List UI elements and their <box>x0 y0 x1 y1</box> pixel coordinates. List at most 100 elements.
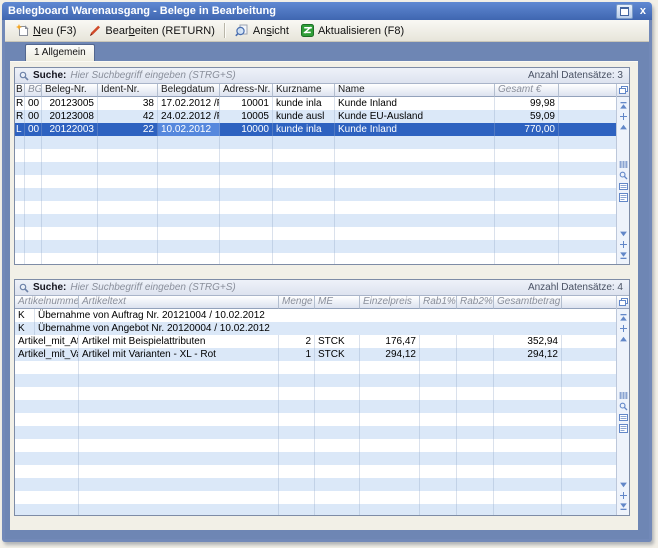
cell-gesamt[interactable]: 59,09 <box>495 110 559 123</box>
goto-last-icon[interactable] <box>618 501 629 512</box>
cell-rab2[interactable] <box>457 335 494 348</box>
cell-k[interactable]: K <box>15 322 35 335</box>
col-header-name[interactable]: Name <box>335 84 495 97</box>
row-down-icon[interactable] <box>618 479 629 490</box>
cell-beleg-nr[interactable]: 20123008 <box>42 110 98 123</box>
cell-b[interactable]: R <box>15 97 25 110</box>
cell-artikeltext[interactable]: Artikel mit Beispielattributen <box>79 335 279 348</box>
cell-menge[interactable]: 2 <box>279 335 315 348</box>
details-icon[interactable] <box>618 412 629 423</box>
document-row[interactable]: R 00 20123008 42 24.02.2012 /Fr 10005 ku… <box>15 110 616 123</box>
position-note-row[interactable]: K Übernahme von Auftrag Nr. 20121004 / 1… <box>15 309 616 322</box>
cell-menge[interactable]: 1 <box>279 348 315 361</box>
cell-adress-nr[interactable]: 10000 <box>220 123 273 136</box>
cell-kurzname[interactable]: kunde ausl <box>273 110 335 123</box>
restore-button[interactable] <box>616 4 633 19</box>
cell-adress-nr[interactable]: 10001 <box>220 97 273 110</box>
list-icon[interactable] <box>618 423 629 434</box>
cell-gesamt[interactable]: 770,00 <box>495 123 559 136</box>
col-header-b[interactable]: B <box>15 84 25 97</box>
details-icon[interactable] <box>618 181 629 192</box>
cell-einzelpreis[interactable]: 294,12 <box>360 348 420 361</box>
cell-bg[interactable]: 00 <box>25 123 42 136</box>
cell-note-text[interactable]: Übernahme von Angebot Nr. 20120004 / 10.… <box>35 322 616 335</box>
document-row[interactable]: R 00 20123005 38 17.02.2012 /Fr 10001 ku… <box>15 97 616 110</box>
cell-name[interactable]: Kunde Inland <box>335 97 495 110</box>
col-header-gesamtbetrag[interactable]: Gesamtbetrag <box>494 296 562 309</box>
edit-button[interactable]: Bearbeiten (RETURN) <box>82 22 220 39</box>
cell-artikeltext[interactable]: Artikel mit Varianten - XL - Rot <box>79 348 279 361</box>
col-header-rab2[interactable]: Rab2% <box>457 296 494 309</box>
cell-bg[interactable]: 00 <box>25 97 42 110</box>
cell-name[interactable]: Kunde EU-Ausland <box>335 110 495 123</box>
grid-columns-icon[interactable] <box>618 390 629 401</box>
cell-k[interactable]: K <box>15 309 35 322</box>
col-header-me[interactable]: ME <box>315 296 360 309</box>
cell-gesamt[interactable]: 99,98 <box>495 97 559 110</box>
row-up-icon[interactable] <box>618 122 629 133</box>
cell-adress-nr[interactable]: 10005 <box>220 110 273 123</box>
nav-plus-up-icon[interactable] <box>618 323 629 334</box>
column-chooser-icon[interactable] <box>617 84 630 97</box>
zoom-icon[interactable] <box>618 401 629 412</box>
column-chooser-icon[interactable] <box>617 296 630 309</box>
tab-allgemein[interactable]: 1 Allgemein <box>25 44 95 61</box>
close-button[interactable]: x <box>640 4 646 18</box>
cell-note-text[interactable]: Übernahme von Auftrag Nr. 20121004 / 10.… <box>35 309 616 322</box>
cell-rab1[interactable] <box>420 335 457 348</box>
positions-search-input[interactable] <box>70 282 524 294</box>
cell-kurzname[interactable]: kunde inla <box>273 123 335 136</box>
col-header-bg[interactable]: BG <box>25 84 42 97</box>
nav-plus-up-icon[interactable] <box>618 111 629 122</box>
cell-b[interactable]: R <box>15 110 25 123</box>
col-header-gesamt[interactable]: Gesamt € <box>495 84 559 97</box>
cell-beleg-nr[interactable]: 20122003 <box>42 123 98 136</box>
cell-b[interactable]: L <box>15 123 25 136</box>
cell-ident-nr[interactable]: 38 <box>98 97 158 110</box>
documents-search-input[interactable] <box>70 70 524 82</box>
row-up-icon[interactable] <box>618 334 629 345</box>
cell-gesamtbetrag[interactable]: 294,12 <box>494 348 562 361</box>
view-button[interactable]: Ansicht <box>229 22 295 39</box>
cell-ident-nr[interactable]: 42 <box>98 110 158 123</box>
cell-belegdatum[interactable]: 24.02.2012 /Fr <box>158 110 220 123</box>
cell-ident-nr[interactable]: 22 <box>98 123 158 136</box>
cell-me[interactable]: STCK <box>315 335 360 348</box>
cell-rab2[interactable] <box>457 348 494 361</box>
cell-belegdatum-focused[interactable]: 10.02.2012 <box>158 123 220 136</box>
refresh-button[interactable]: Aktualisieren (F8) <box>295 22 410 39</box>
col-header-rab1[interactable]: Rab1% <box>420 296 457 309</box>
list-icon[interactable] <box>618 192 629 203</box>
cell-beleg-nr[interactable]: 20123005 <box>42 97 98 110</box>
goto-first-icon[interactable] <box>618 100 629 111</box>
col-header-beleg-nr[interactable]: Beleg-Nr. <box>42 84 98 97</box>
cell-artikelnummer[interactable]: Artikel_mit_Attribu <box>15 335 79 348</box>
position-note-row[interactable]: K Übernahme von Angebot Nr. 20120004 / 1… <box>15 322 616 335</box>
cell-name[interactable]: Kunde Inland <box>335 123 495 136</box>
nav-plus-down-icon[interactable] <box>618 490 629 501</box>
col-header-ident-nr[interactable]: Ident-Nr. <box>98 84 158 97</box>
cell-artikelnummer[interactable]: Artikel_mit_Variant <box>15 348 79 361</box>
cell-me[interactable]: STCK <box>315 348 360 361</box>
cell-einzelpreis[interactable]: 176,47 <box>360 335 420 348</box>
goto-first-icon[interactable] <box>618 312 629 323</box>
col-header-artikeltext[interactable]: Artikeltext <box>79 296 279 309</box>
cell-rab1[interactable] <box>420 348 457 361</box>
row-down-icon[interactable] <box>618 228 629 239</box>
col-header-artikelnummer[interactable]: Artikelnummer <box>15 296 79 309</box>
position-row[interactable]: Artikel_mit_Variant Artikel mit Variante… <box>15 348 616 361</box>
col-header-kurzname[interactable]: Kurzname <box>273 84 335 97</box>
goto-last-icon[interactable] <box>618 250 629 261</box>
grid-columns-icon[interactable] <box>618 159 629 170</box>
col-header-adress-nr[interactable]: Adress-Nr. <box>220 84 273 97</box>
cell-gesamtbetrag[interactable]: 352,94 <box>494 335 562 348</box>
nav-plus-down-icon[interactable] <box>618 239 629 250</box>
document-row-selected[interactable]: L 00 20122003 22 10.02.2012 10000 kunde … <box>15 123 616 136</box>
cell-bg[interactable]: 00 <box>25 110 42 123</box>
cell-kurzname[interactable]: kunde inla <box>273 97 335 110</box>
col-header-einzelpreis[interactable]: Einzelpreis <box>360 296 420 309</box>
new-button[interactable]: Neu (F3) <box>10 22 82 39</box>
zoom-icon[interactable] <box>618 170 629 181</box>
position-row[interactable]: Artikel_mit_Attribu Artikel mit Beispiel… <box>15 335 616 348</box>
col-header-belegdatum[interactable]: Belegdatum <box>158 84 220 97</box>
